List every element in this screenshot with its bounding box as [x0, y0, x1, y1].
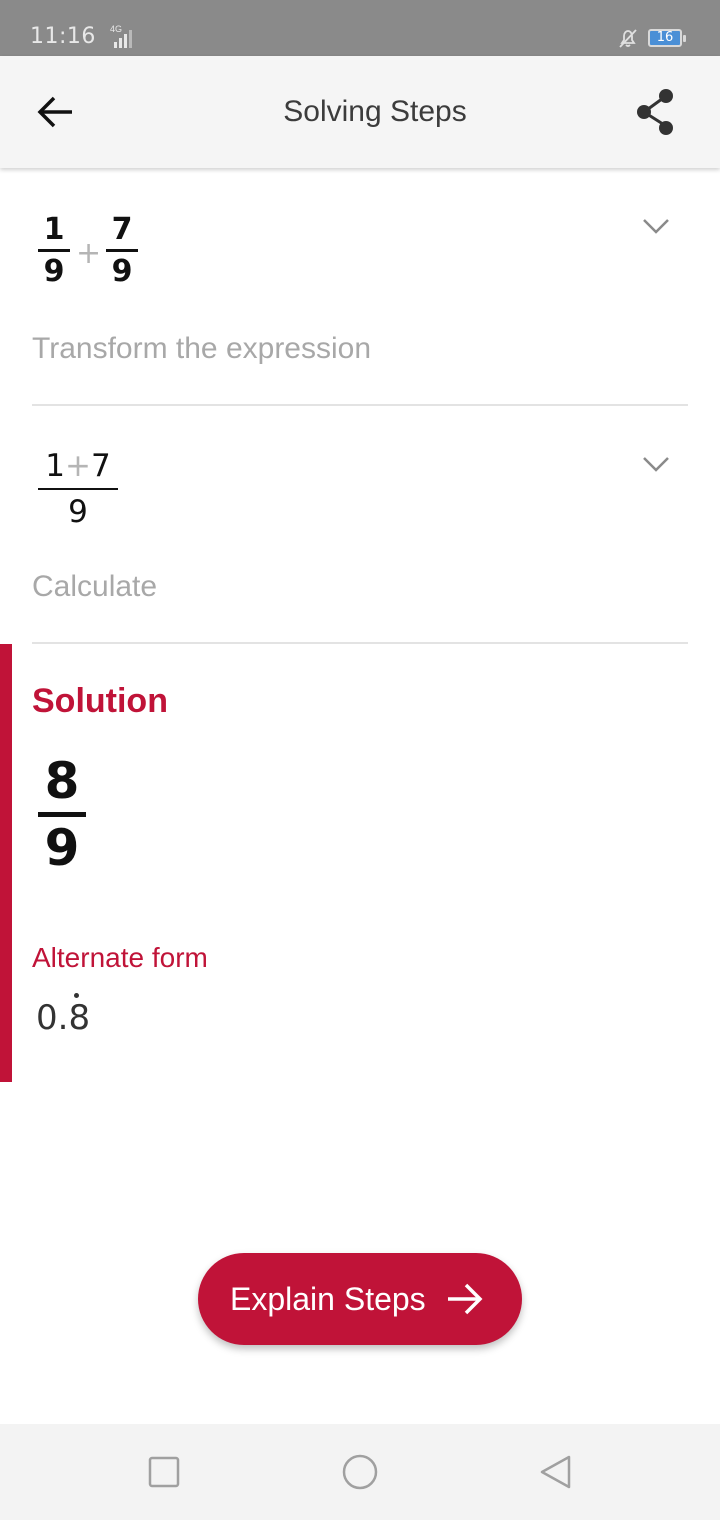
numerator-term: 1 [45, 448, 65, 484]
fraction-denominator: 9 [44, 819, 80, 877]
arrow-right-icon [448, 1283, 483, 1315]
fraction-denominator: 9 [111, 254, 133, 289]
status-time: 11:16 [30, 24, 96, 49]
alternate-form-value: 0.8 [36, 998, 91, 1038]
fraction-bar [38, 488, 118, 490]
system-nav-bar [0, 1424, 720, 1520]
fraction-denominator: 9 [43, 254, 65, 289]
fraction-1-9: 1 9 [38, 212, 70, 289]
chevron-down-icon[interactable] [636, 452, 676, 476]
solution-title: Solution [32, 682, 168, 720]
solution-accent-bar [0, 644, 12, 1082]
square-icon[interactable] [144, 1452, 184, 1492]
fraction-numerator: 8 [44, 752, 80, 810]
fraction-sum-over-9: 1+7 9 [38, 448, 118, 530]
circle-icon[interactable] [340, 1452, 380, 1492]
fraction-numerator: 7 [111, 212, 133, 247]
explain-steps-button[interactable]: Explain Steps [198, 1253, 522, 1345]
fraction-numerator: 1 [43, 212, 65, 247]
fraction-bar [106, 249, 138, 252]
triangle-back-icon[interactable] [536, 1452, 576, 1492]
plus-operator: + [65, 448, 91, 484]
battery-icon: 16 [648, 29, 686, 47]
fraction-bar [38, 249, 70, 252]
step-1[interactable]: 1 9 + 7 9 Transform the expression [32, 168, 688, 404]
step-description: Calculate [32, 570, 158, 603]
fraction-bar [38, 812, 86, 817]
fraction-7-9: 7 9 [106, 212, 138, 289]
fraction-denominator: 9 [68, 494, 88, 530]
back-arrow-icon[interactable] [24, 78, 88, 142]
alternate-form-title: Alternate form [32, 942, 208, 973]
share-icon[interactable] [624, 78, 688, 142]
status-bar: 11:16 4G 16 [0, 0, 720, 56]
chevron-down-icon[interactable] [636, 214, 676, 238]
numerator-term: 7 [90, 448, 111, 484]
plus-operator: + [76, 236, 102, 271]
network-type: 4G [110, 24, 123, 34]
page-title: Solving Steps [283, 95, 467, 128]
solution-fraction: 8 9 [38, 752, 86, 877]
signal-icon: 4G [108, 24, 134, 48]
battery-level: 16 [656, 30, 674, 45]
fraction-numerator: 1+7 [38, 448, 118, 484]
bell-off-icon [619, 29, 637, 48]
step-description: Transform the expression [32, 332, 372, 365]
divider [32, 642, 688, 644]
explain-steps-label: Explain Steps [230, 1281, 426, 1317]
solving-steps-screen: 11:16 4G 16 Solving Steps 1 9 + 7 9 Tran… [0, 0, 720, 1520]
step-2[interactable]: 1+7 9 Calculate [32, 406, 688, 642]
app-bar: Solving Steps [0, 56, 720, 168]
